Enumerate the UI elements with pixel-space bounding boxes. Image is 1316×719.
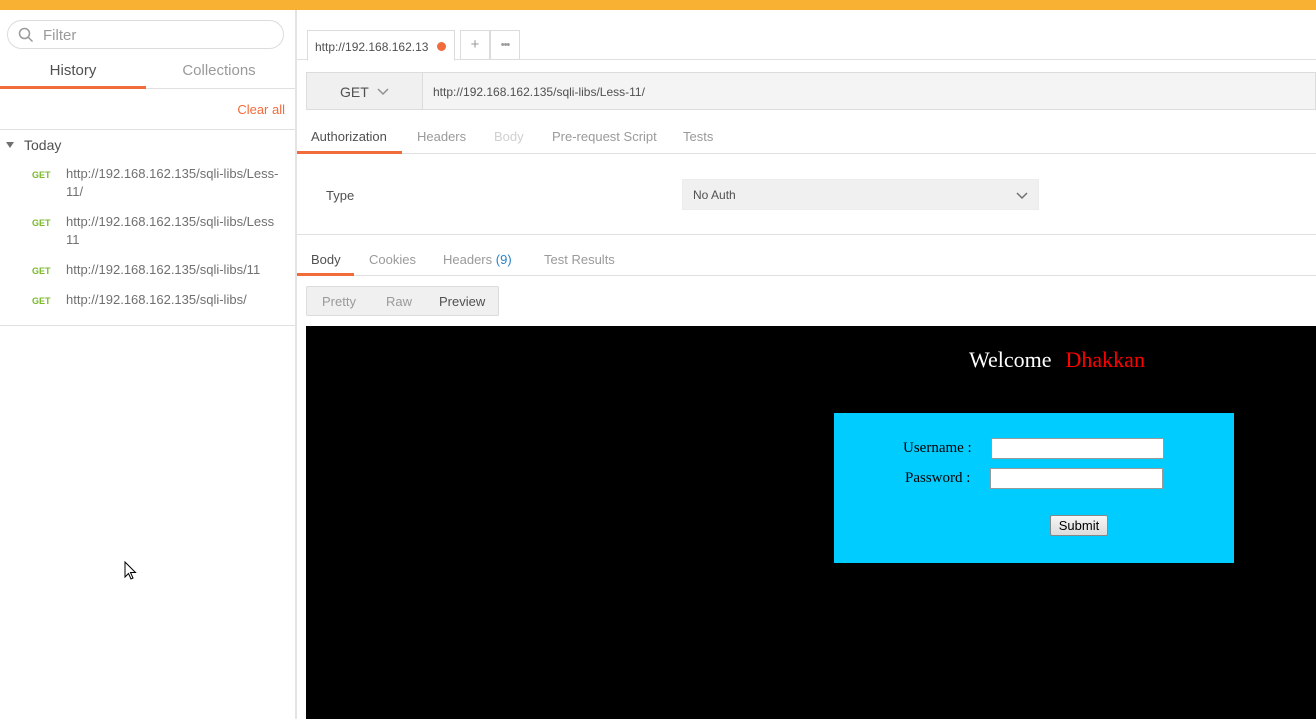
divider: [0, 325, 295, 326]
method-badge: GET: [32, 170, 51, 180]
method-label: GET: [340, 84, 369, 100]
top-notification-bar: [0, 0, 1316, 10]
url-input[interactable]: [433, 83, 1303, 101]
authorization-panel: Type No Auth: [297, 155, 1316, 235]
history-item[interactable]: GET http://192.168.162.135/sqli-libs/Les…: [0, 213, 295, 261]
more-tabs-button[interactable]: •••: [490, 30, 520, 60]
history-group-label: Today: [24, 137, 62, 153]
method-badge: GET: [32, 296, 51, 306]
sidebar-tabs: History Collections: [0, 57, 295, 89]
history-url: http://192.168.162.135/sqli-libs/11: [66, 262, 261, 277]
tab-pre-request-script[interactable]: Pre-request Script: [552, 129, 657, 144]
username-field[interactable]: [991, 438, 1164, 459]
new-tab-button[interactable]: +: [460, 30, 490, 60]
main-panel: http://192.168.162.13 + ••• GET Authoriz…: [297, 10, 1316, 719]
tab-response-body[interactable]: Body: [311, 252, 341, 267]
sidebar: History Collections Clear all Today GET …: [0, 10, 295, 719]
submit-button[interactable]: Submit: [1050, 515, 1108, 536]
request-subtabs: Authorization Headers Body Pre-request S…: [297, 123, 1316, 154]
chevron-down-icon: [377, 88, 389, 96]
tab-history[interactable]: History: [0, 57, 146, 89]
username-label: Username :: [903, 440, 972, 456]
login-form: Username : Password : Submit: [834, 413, 1234, 563]
clear-all-link[interactable]: Clear all: [237, 102, 285, 117]
history-url: http://192.168.162.135/sqli-libs/: [66, 292, 247, 307]
history-item[interactable]: GET http://192.168.162.135/sqli-libs/Les…: [0, 165, 295, 213]
url-bar: GET: [306, 72, 1316, 110]
request-tab-label: http://192.168.162.13: [315, 40, 429, 54]
clear-row: Clear all: [0, 90, 295, 130]
tab-authorization[interactable]: Authorization: [311, 129, 387, 144]
tab-tests[interactable]: Tests: [683, 129, 713, 144]
method-select[interactable]: GET: [307, 73, 423, 109]
view-mode-toggle: Pretty Raw Preview: [306, 286, 499, 316]
chevron-down-icon: [1016, 192, 1028, 200]
tab-body[interactable]: Body: [494, 129, 524, 144]
tab-cookies[interactable]: Cookies: [369, 252, 416, 267]
password-label: Password :: [905, 470, 971, 486]
response-tabs: Body Cookies Headers (9) Test Results: [297, 246, 1316, 276]
request-tab[interactable]: http://192.168.162.13: [307, 30, 455, 61]
history-item[interactable]: GET http://192.168.162.135/sqli-libs/11: [0, 261, 295, 291]
method-badge: GET: [32, 218, 51, 228]
tab-test-results[interactable]: Test Results: [544, 252, 615, 267]
active-tab-indicator: [297, 273, 354, 276]
auth-type-select[interactable]: No Auth: [682, 179, 1039, 210]
mouse-cursor-icon: [124, 561, 137, 580]
view-preview-button[interactable]: Preview: [439, 294, 485, 309]
welcome-name: Dhakkan: [1065, 347, 1145, 372]
search-icon: [18, 27, 34, 43]
filter-box[interactable]: [7, 20, 284, 49]
history-item[interactable]: GET http://192.168.162.135/sqli-libs/: [0, 291, 295, 321]
welcome-heading: Welcome Dhakkan: [969, 347, 1145, 373]
headers-count-badge: (9): [495, 252, 512, 267]
history-url: http://192.168.162.135/sqli-libs/Less11: [66, 214, 275, 247]
welcome-text: Welcome: [969, 347, 1052, 372]
filter-input[interactable]: [43, 26, 273, 44]
history-url: http://192.168.162.135/sqli-libs/Less-11…: [66, 166, 279, 199]
password-field[interactable]: [990, 468, 1163, 489]
auth-type-label: Type: [326, 188, 355, 203]
auth-type-value: No Auth: [693, 188, 736, 202]
view-pretty-button[interactable]: Pretty: [322, 294, 356, 309]
tab-collections[interactable]: Collections: [146, 57, 292, 89]
active-tab-indicator: [297, 151, 402, 154]
tab-response-headers[interactable]: Headers (9): [443, 252, 512, 267]
unsaved-dot-icon: [437, 42, 446, 51]
caret-down-icon: [6, 142, 14, 148]
method-badge: GET: [32, 266, 51, 276]
request-tab-bar: http://192.168.162.13 + •••: [297, 10, 1316, 61]
tab-headers[interactable]: Headers: [417, 129, 466, 144]
history-group-today[interactable]: Today: [0, 135, 295, 157]
view-raw-button[interactable]: Raw: [386, 294, 412, 309]
response-preview: Welcome Dhakkan Username : Password : Sub…: [306, 326, 1316, 719]
history-list: GET http://192.168.162.135/sqli-libs/Les…: [0, 165, 295, 321]
tab-response-headers-label: Headers: [443, 252, 493, 267]
